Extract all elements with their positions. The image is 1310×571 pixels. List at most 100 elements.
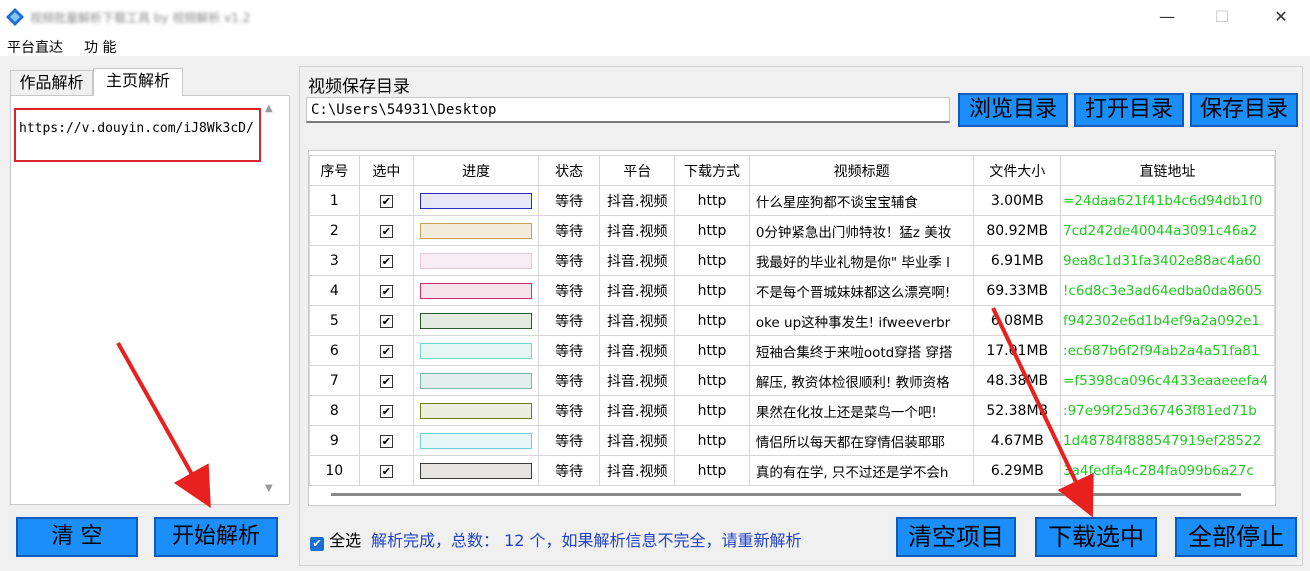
- save-dir-label: 视频保存目录: [308, 77, 410, 97]
- row-direct-link: f942302e6d1b4ef9a2a092e1: [1060, 305, 1275, 336]
- row-size: 48.38MB: [973, 365, 1062, 396]
- table-row[interactable]: 5 ✔ 等待 抖音.视频 http oke up这种事发生! ifweeverbr 6.08…: [309, 305, 1275, 336]
- select-all-check-icon[interactable]: ✔: [310, 537, 324, 551]
- table-row[interactable]: 6 ✔ 等待 抖音.视频 http 短袖合集终于来啦ootd穿搭 穿搭 17.01MB:ec…: [309, 335, 1275, 366]
- scroll-down-icon[interactable]: ▼: [265, 483, 273, 494]
- row-platform: 抖音.视频: [599, 395, 676, 426]
- table-horizontal-scrollbar[interactable]: [331, 493, 1241, 496]
- checkbox-icon[interactable]: ✔: [379, 224, 393, 238]
- tab-work-parse[interactable]: 作品解析: [10, 70, 93, 96]
- progress-bar: [420, 342, 533, 359]
- row-size: 4.67MB: [973, 425, 1062, 456]
- row-checkbox[interactable]: ✔: [358, 455, 415, 486]
- progress-bar: [420, 312, 533, 329]
- scroll-up-icon[interactable]: ▲: [265, 103, 273, 114]
- checkbox-icon[interactable]: ✔: [379, 284, 393, 298]
- row-size: 3.00MB: [973, 185, 1062, 216]
- checkbox-icon[interactable]: ✔: [379, 344, 393, 358]
- header-video-title[interactable]: 视频标题: [748, 155, 975, 186]
- row-method: http: [674, 275, 750, 306]
- header-direct-link[interactable]: 直链地址: [1060, 155, 1275, 186]
- row-checkbox[interactable]: ✔: [358, 185, 415, 216]
- table-row[interactable]: 8 ✔ 等待 抖音.视频 http 果然在化妆上还是菜鸟一个吧! 52.38MB:97e99…: [309, 395, 1275, 426]
- table-row[interactable]: 9 ✔ 等待 抖音.视频 http 情侣所以每天都在穿情侣装耶耶 4.67MB 1d48784…: [309, 425, 1275, 456]
- row-platform: 抖音.视频: [599, 455, 676, 486]
- row-checkbox[interactable]: ✔: [358, 275, 415, 306]
- header-platform[interactable]: 平台: [599, 155, 676, 186]
- table-row[interactable]: 2 ✔ 等待 抖音.视频 http 0分钟紧急出门帅特妆！猛z 美妆 80.92MB 7cd2…: [309, 215, 1275, 246]
- header-download-method[interactable]: 下载方式: [674, 155, 750, 186]
- header-progress[interactable]: 进度: [413, 155, 539, 186]
- row-status: 等待: [537, 335, 601, 366]
- row-direct-link: 1d48784f888547919ef28522: [1060, 425, 1275, 456]
- row-direct-link: :97e99f25d367463f81ed71b: [1060, 395, 1275, 426]
- checkbox-icon[interactable]: ✔: [379, 194, 393, 208]
- header-status[interactable]: 状态: [537, 155, 601, 186]
- row-title: 真的有在学, 只不过还是学不会h: [748, 455, 975, 486]
- row-title: 果然在化妆上还是菜鸟一个吧!: [748, 395, 975, 426]
- download-selected-button[interactable]: 下载选中: [1035, 517, 1157, 557]
- row-checkbox[interactable]: ✔: [358, 395, 415, 426]
- row-checkbox[interactable]: ✔: [358, 245, 415, 276]
- row-status: 等待: [537, 215, 601, 246]
- url-textarea[interactable]: https://v.douyin.com/iJ8Wk3cD/: [14, 108, 261, 162]
- row-direct-link: !c6d8c3e3ad64edba0da8605: [1060, 275, 1275, 306]
- checkbox-icon[interactable]: ✔: [379, 374, 393, 388]
- left-scrollbar[interactable]: ▲ ▼: [262, 101, 279, 499]
- row-index: 9: [309, 425, 360, 456]
- maximize-button[interactable]: ☐: [1196, 0, 1248, 34]
- row-checkbox[interactable]: ✔: [358, 425, 415, 456]
- header-index[interactable]: 序号: [309, 155, 360, 186]
- row-progress: [413, 275, 539, 306]
- row-size: 17.01MB: [973, 335, 1062, 366]
- checkbox-icon[interactable]: ✔: [379, 314, 393, 328]
- row-checkbox[interactable]: ✔: [358, 305, 415, 336]
- row-checkbox[interactable]: ✔: [358, 365, 415, 396]
- close-button[interactable]: ✕: [1255, 0, 1307, 34]
- table-row[interactable]: 4 ✔ 等待 抖音.视频 http 不是每个晋城妹妹都这么漂亮啊! 69.33MB !c6d8…: [309, 275, 1275, 306]
- progress-bar: [420, 282, 533, 299]
- row-method: http: [674, 305, 750, 336]
- save-dir-button[interactable]: 保存目录: [1190, 93, 1298, 127]
- checkbox-icon[interactable]: ✔: [379, 404, 393, 418]
- checkbox-icon[interactable]: ✔: [379, 464, 393, 478]
- table-row[interactable]: 10 ✔ 等待 抖音.视频 http 真的有在学, 只不过还是学不会h 6.29MB 3a4f…: [309, 455, 1275, 486]
- table-row[interactable]: 1 ✔ 等待 抖音.视频 http 什么星座狗都不谈宝宝辅食 3.00MB =24daa621…: [309, 185, 1275, 216]
- row-size: 69.33MB: [973, 275, 1062, 306]
- header-selected[interactable]: 选中: [358, 155, 415, 186]
- row-title: 短袖合集终于来啦ootd穿搭 穿搭: [748, 335, 975, 366]
- table-row[interactable]: 3 ✔ 等待 抖音.视频 http 我最好的毕业礼物是你" 毕业季 l 6.91MB 9ea8…: [309, 245, 1275, 276]
- table-row[interactable]: 7 ✔ 等待 抖音.视频 http 解压, 教资体检很顺利! 教师资格 48.38MB =f5…: [309, 365, 1275, 396]
- row-checkbox[interactable]: ✔: [358, 215, 415, 246]
- row-direct-link: 3a4fedfa4c284fa099b6a27c: [1060, 455, 1275, 486]
- row-title: 0分钟紧急出门帅特妆！猛z 美妆: [748, 215, 975, 246]
- start-parse-button[interactable]: 开始解析: [154, 517, 278, 557]
- minimize-button[interactable]: —: [1141, 0, 1193, 34]
- checkbox-icon[interactable]: ✔: [379, 434, 393, 448]
- clear-items-button[interactable]: 清空项目: [896, 517, 1016, 557]
- browse-dir-button[interactable]: 浏览目录: [958, 93, 1068, 127]
- select-all-checkbox[interactable]: ✔ 全选: [310, 527, 361, 551]
- row-method: http: [674, 335, 750, 366]
- select-all-label[interactable]: 全选: [329, 531, 361, 550]
- menu-platform[interactable]: 平台直达: [7, 37, 63, 57]
- row-platform: 抖音.视频: [599, 275, 676, 306]
- row-title: 我最好的毕业礼物是你" 毕业季 l: [748, 245, 975, 276]
- tab-homepage-parse[interactable]: 主页解析: [93, 68, 183, 96]
- row-title: 情侣所以每天都在穿情侣装耶耶: [748, 425, 975, 456]
- row-checkbox[interactable]: ✔: [358, 335, 415, 366]
- clear-button[interactable]: 清 空: [16, 517, 138, 557]
- row-status: 等待: [537, 365, 601, 396]
- row-method: http: [674, 395, 750, 426]
- header-file-size[interactable]: 文件大小: [973, 155, 1062, 186]
- menu-function[interactable]: 功 能: [84, 37, 116, 57]
- row-direct-link: 9ea8c1d31fa3402e88ac4a60: [1060, 245, 1275, 276]
- row-title: oke up这种事发生! ifweeverbr: [748, 305, 975, 336]
- url-text[interactable]: https://v.douyin.com/iJ8Wk3cD/: [19, 120, 259, 137]
- row-progress: [413, 455, 539, 486]
- checkbox-icon[interactable]: ✔: [379, 254, 393, 268]
- open-dir-button[interactable]: 打开目录: [1074, 93, 1184, 127]
- stop-all-button[interactable]: 全部停止: [1175, 517, 1297, 557]
- save-dir-input[interactable]: C:\Users\54931\Desktop: [306, 97, 950, 123]
- row-index: 5: [309, 305, 360, 336]
